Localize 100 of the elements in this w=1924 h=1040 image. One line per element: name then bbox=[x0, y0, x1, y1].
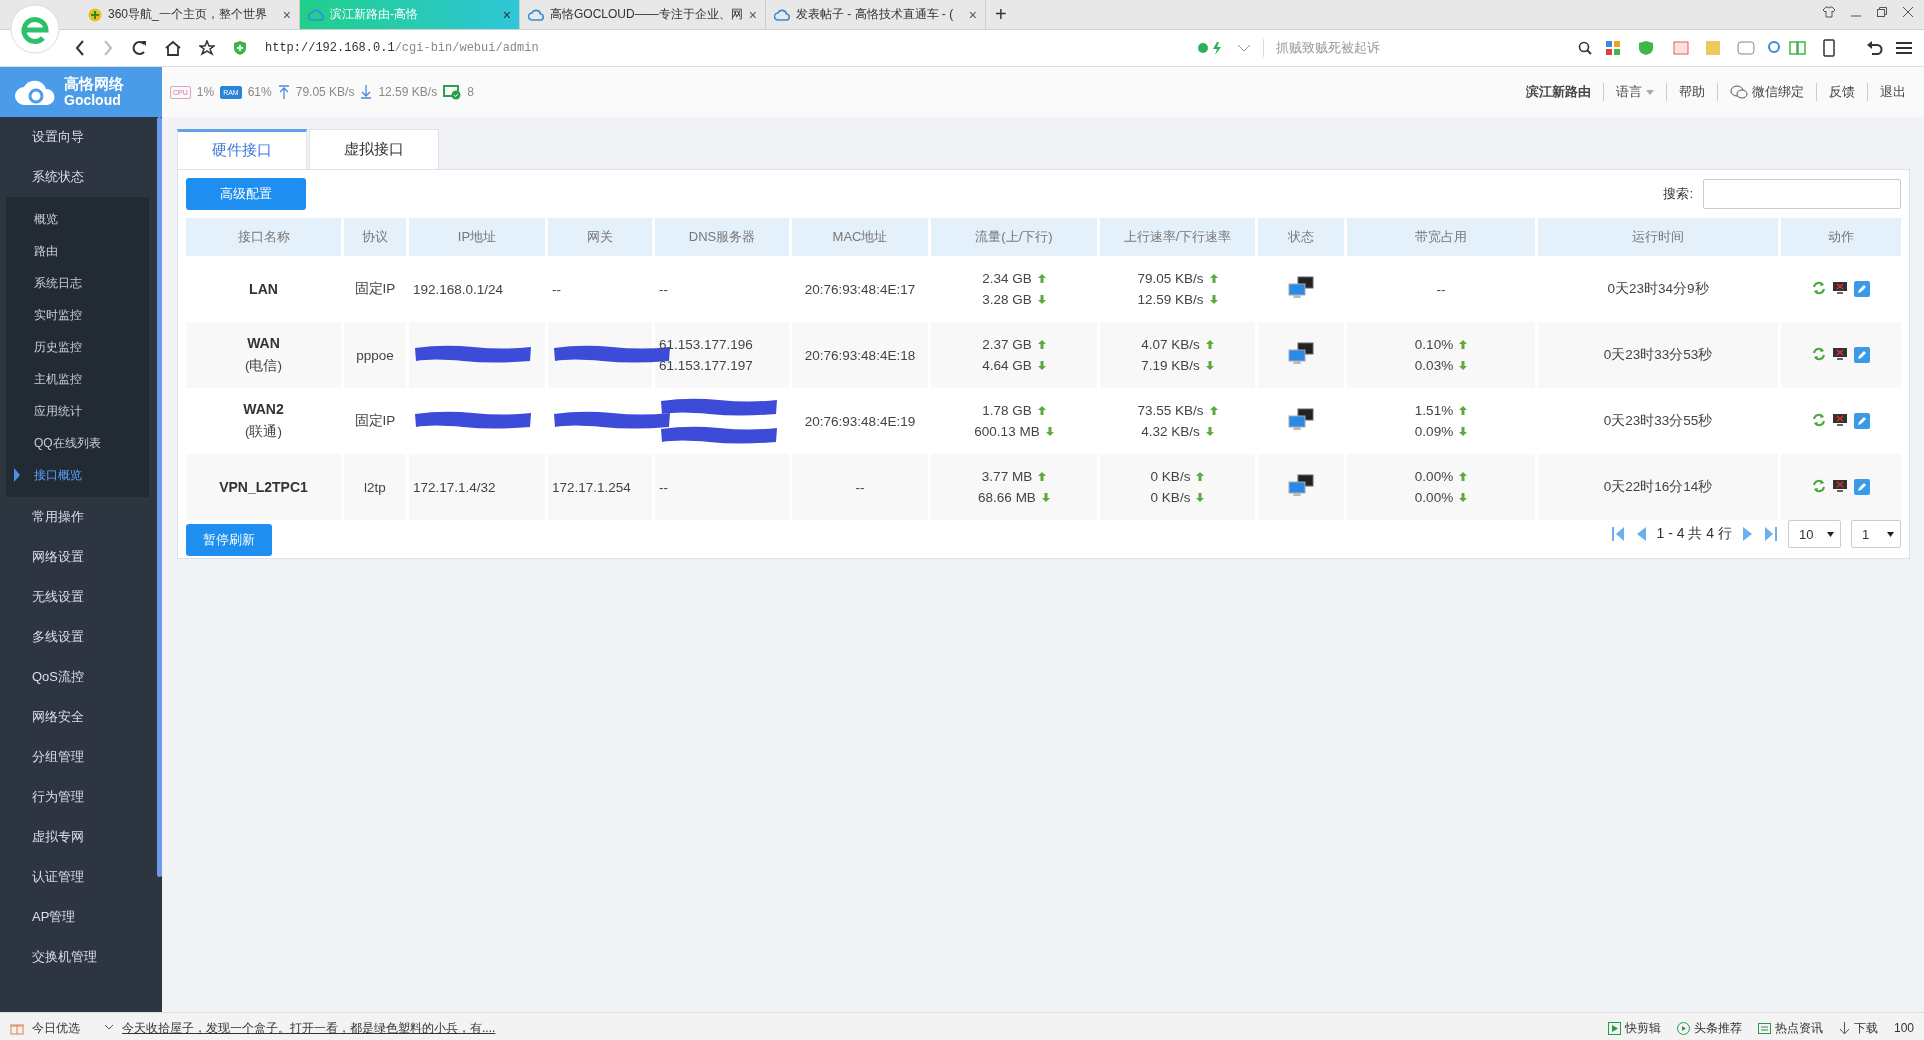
column-header[interactable]: 网关 bbox=[548, 218, 652, 256]
upload-speed: 79.05 KB/s bbox=[295, 85, 355, 99]
header-link[interactable]: 反馈 bbox=[1816, 83, 1867, 101]
sidebar-item[interactable]: 无线设置 bbox=[0, 577, 157, 617]
menu-icon[interactable] bbox=[1896, 41, 1912, 55]
status-bar-item[interactable]: 下载 bbox=[1838, 1019, 1878, 1037]
bandwidth-value: 0.03% bbox=[1414, 358, 1454, 373]
download-speed: 12.59 KB/s bbox=[378, 85, 438, 99]
sidebar-subitem[interactable]: 路由 bbox=[6, 235, 149, 267]
status-bar-item[interactable]: 头条推荐 bbox=[1676, 1019, 1742, 1037]
column-header[interactable]: 运行时间 bbox=[1538, 218, 1778, 256]
column-header[interactable]: 流量(上/下行) bbox=[931, 218, 1097, 256]
column-header[interactable]: DNS服务器 bbox=[655, 218, 789, 256]
sidebar-item[interactable]: AP管理 bbox=[0, 897, 157, 937]
sidebar-subitem[interactable]: 概览 bbox=[6, 203, 149, 235]
back-icon[interactable] bbox=[75, 40, 85, 56]
network-computers-icon bbox=[1288, 341, 1314, 366]
refresh-icon[interactable] bbox=[1812, 347, 1826, 361]
monitor-off-icon[interactable] bbox=[1832, 479, 1848, 493]
search-field[interactable] bbox=[1703, 179, 1901, 209]
column-header[interactable]: MAC地址 bbox=[792, 218, 928, 256]
sidebar-item[interactable]: 设置向导 bbox=[0, 117, 157, 157]
refresh-icon[interactable] bbox=[1812, 281, 1826, 295]
news-link[interactable]: 今天收拾屋子，发现一个盒子。打开一看，都是绿色塑料的小兵，有.... bbox=[122, 1019, 496, 1037]
sidebar-item[interactable]: 分组管理 bbox=[0, 737, 157, 777]
close-icon[interactable]: × bbox=[282, 6, 291, 23]
shirt-icon[interactable] bbox=[1822, 5, 1836, 18]
browser-tab[interactable]: 发表帖子 - 高恪技术直通车 - ( × bbox=[765, 0, 986, 29]
edit-icon[interactable] bbox=[1854, 479, 1870, 495]
sidebar-subitem[interactable]: 系统日志 bbox=[6, 267, 149, 299]
page-select[interactable]: 1 bbox=[1851, 520, 1901, 548]
cpu-usage: 1% bbox=[196, 85, 215, 99]
refresh-icon[interactable] bbox=[1812, 479, 1826, 493]
chevron-down-icon[interactable] bbox=[104, 1024, 114, 1032]
header-link[interactable]: 帮助 bbox=[1666, 83, 1717, 101]
edit-icon[interactable] bbox=[1854, 281, 1870, 297]
column-header[interactable]: 协议 bbox=[344, 218, 406, 256]
status-bar-item[interactable]: 快剪辑 bbox=[1607, 1019, 1661, 1037]
header-link[interactable]: 滨江新路由 bbox=[1514, 83, 1603, 101]
zoom-level[interactable]: 100 bbox=[1893, 1021, 1914, 1035]
column-header[interactable]: 动作 bbox=[1781, 218, 1901, 256]
sidebar-item[interactable]: 交换机管理 bbox=[0, 937, 157, 977]
protocol-cell: 固定IP bbox=[354, 413, 396, 428]
status-bar-item[interactable]: 热点资讯 bbox=[1757, 1019, 1823, 1037]
close-icon[interactable] bbox=[1902, 5, 1914, 18]
browser-tab[interactable]: 滨江新路由-高恪 × bbox=[300, 0, 520, 29]
sidebar-subitem[interactable]: 接口概览 bbox=[6, 459, 149, 491]
column-header[interactable]: IP地址 bbox=[409, 218, 545, 256]
sidebar-subitem[interactable]: QQ在线列表 bbox=[6, 427, 149, 459]
up-arrow-icon bbox=[1037, 340, 1046, 349]
last-page-icon[interactable] bbox=[1764, 526, 1778, 542]
sidebar-item[interactable]: 网络安全 bbox=[0, 697, 157, 737]
restore-icon[interactable] bbox=[1876, 5, 1888, 18]
undo-icon[interactable] bbox=[1866, 40, 1884, 56]
bandwidth-value: -- bbox=[1436, 281, 1446, 297]
sidebar-subitem[interactable]: 实时监控 bbox=[6, 299, 149, 331]
refresh-icon[interactable] bbox=[1812, 413, 1826, 427]
edit-icon[interactable] bbox=[1854, 413, 1870, 429]
close-icon[interactable]: × bbox=[968, 6, 977, 23]
header-link[interactable]: 微信绑定 bbox=[1717, 83, 1816, 101]
header-link[interactable]: 语言 bbox=[1603, 83, 1666, 101]
sidebar-item[interactable]: 行为管理 bbox=[0, 777, 157, 817]
chevron-down-icon[interactable] bbox=[1237, 43, 1251, 53]
tab[interactable]: 硬件接口 bbox=[177, 129, 307, 169]
caret-icon bbox=[1887, 531, 1894, 537]
close-icon[interactable]: × bbox=[502, 6, 511, 23]
featured-label[interactable]: 今日优选 bbox=[32, 1019, 80, 1037]
monitor-off-icon[interactable] bbox=[1832, 281, 1848, 295]
address-field[interactable]: http://192.168.0.1/cgi-bin/webui/admin bbox=[265, 41, 539, 55]
sidebar-item[interactable]: 虚拟专网 bbox=[0, 817, 157, 857]
column-header[interactable]: 状态 bbox=[1258, 218, 1344, 256]
close-icon[interactable]: × bbox=[748, 6, 757, 23]
first-page-icon[interactable] bbox=[1610, 526, 1625, 542]
column-header[interactable]: 带宽占用 bbox=[1347, 218, 1535, 256]
monitor-off-icon[interactable] bbox=[1832, 413, 1848, 427]
page-size-select[interactable]: 10 bbox=[1788, 520, 1841, 548]
sidebar-item[interactable]: QoS流控 bbox=[0, 657, 157, 697]
browser-tab[interactable]: 高恪GOCLOUD——专注于企业、网 × bbox=[520, 0, 766, 29]
sidebar-subitem[interactable]: 主机监控 bbox=[6, 363, 149, 395]
home-icon[interactable] bbox=[165, 40, 181, 56]
sidebar-item[interactable]: 常用操作 bbox=[0, 497, 157, 537]
star-icon[interactable] bbox=[199, 40, 215, 56]
new-tab-button[interactable]: + bbox=[985, 0, 1016, 29]
reload-icon[interactable] bbox=[131, 40, 147, 56]
sidebar-item[interactable]: 认证管理 bbox=[0, 857, 157, 897]
search-icon[interactable] bbox=[1578, 41, 1592, 55]
column-header[interactable]: 上行速率/下行速率 bbox=[1100, 218, 1255, 256]
column-header[interactable]: 接口名称 bbox=[186, 218, 341, 256]
tab[interactable]: 虚拟接口 bbox=[309, 129, 439, 169]
sidebar-item[interactable]: 网络设置 bbox=[0, 537, 157, 577]
sidebar-item[interactable]: 多线设置 bbox=[0, 617, 157, 657]
sidebar-subitem[interactable]: 应用统计 bbox=[6, 395, 149, 427]
edit-icon[interactable] bbox=[1854, 347, 1870, 363]
forward-icon[interactable] bbox=[103, 40, 113, 56]
sidebar-item[interactable]: 系统状态 bbox=[0, 157, 157, 197]
header-link[interactable]: 退出 bbox=[1867, 83, 1918, 101]
monitor-off-icon[interactable] bbox=[1832, 347, 1848, 361]
next-page-icon[interactable] bbox=[1742, 526, 1754, 542]
scrollbar[interactable] bbox=[157, 117, 162, 877]
sidebar-subitem[interactable]: 历史监控 bbox=[6, 331, 149, 363]
